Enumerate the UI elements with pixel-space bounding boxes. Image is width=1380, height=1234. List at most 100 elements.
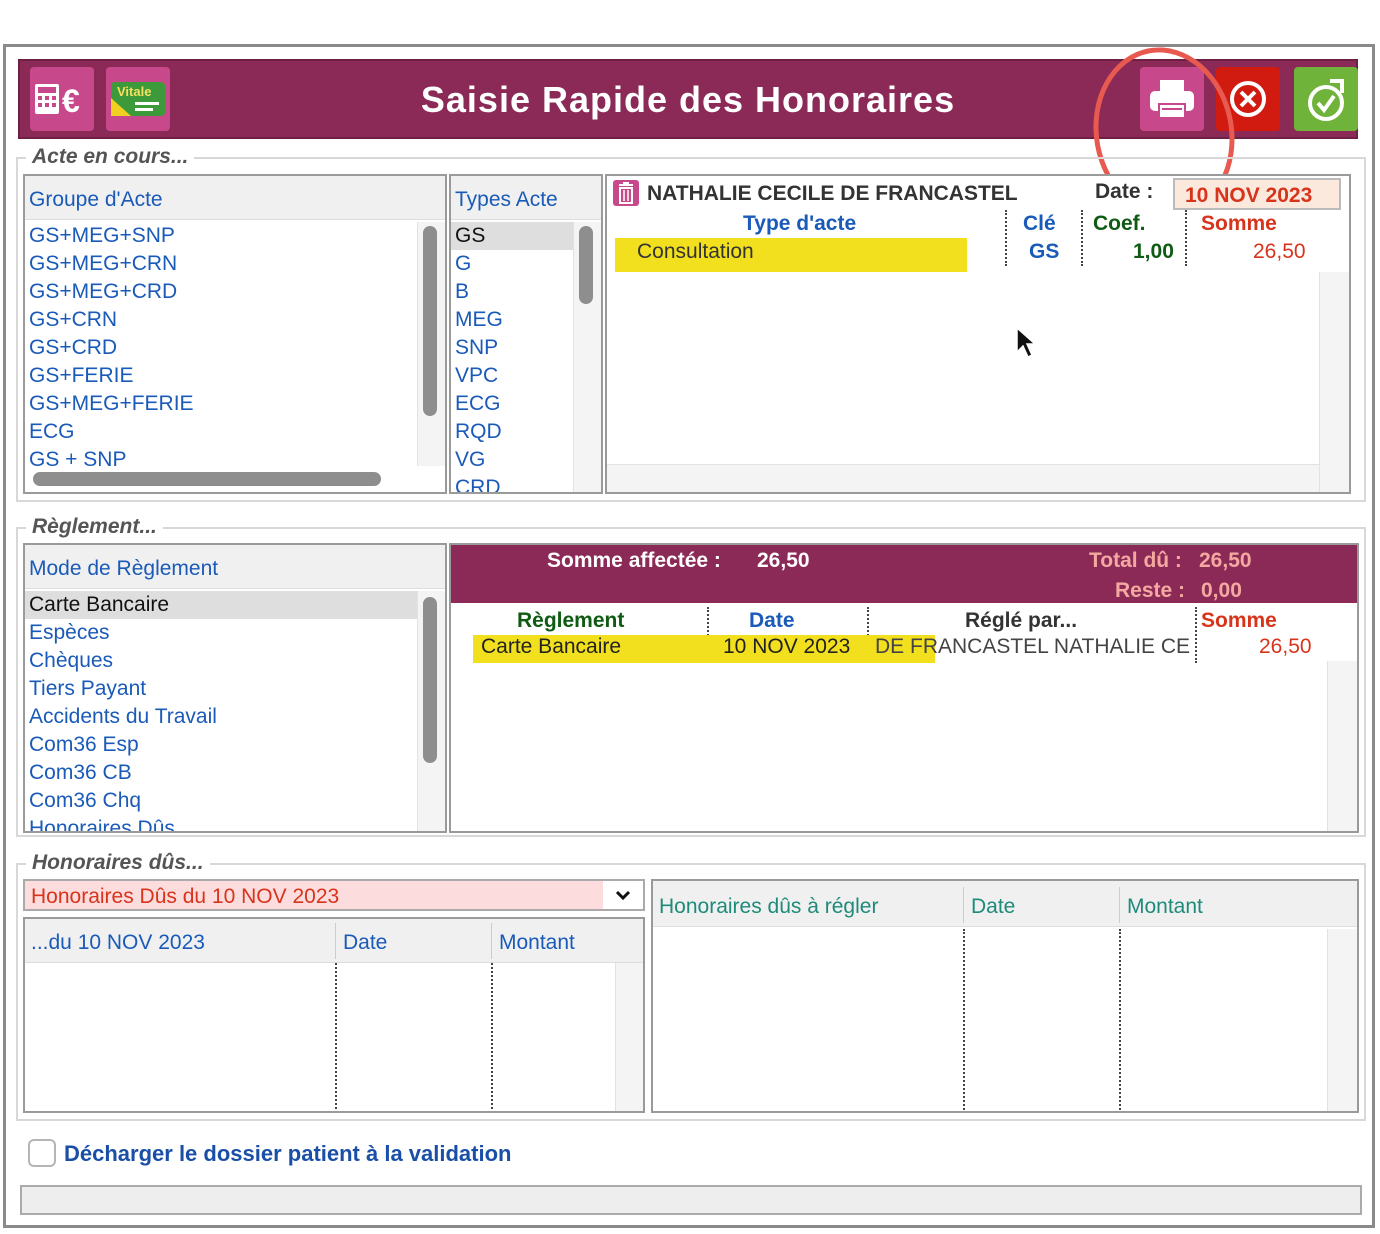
groupe-acte-item[interactable]: GS+MEG+FERIE — [25, 390, 445, 418]
mode-reglement-item[interactable]: Com36 Esp — [25, 731, 445, 759]
col-type-acte: Type d'acte — [743, 212, 857, 235]
date-value: 10 NOV 2023 — [1185, 184, 1313, 207]
checkmark-icon — [1308, 79, 1344, 121]
honoraires-to-pay-col-3: Montant — [1127, 895, 1203, 918]
reglement-scroll-track[interactable] — [1327, 661, 1357, 831]
groupe-acte-item[interactable]: GS+MEG+CRD — [25, 278, 445, 306]
trash-button[interactable] — [613, 180, 639, 206]
mode-reglement-list[interactable]: Mode de Règlement Carte Bancaire Espèces C… — [23, 543, 447, 833]
honoraires-to-pay-col-2: Date — [971, 895, 1016, 918]
groupe-acte-list[interactable]: Groupe d'Acte GS+MEG+SNP GS+MEG+CRN GS+MEG… — [23, 174, 447, 494]
honoraires-day-table: ...du 10 NOV 2023 Date Montant — [23, 917, 645, 1113]
reglement-row-date: 10 NOV 2023 — [723, 635, 851, 658]
acte-scroll-track[interactable] — [1319, 272, 1349, 492]
mode-reglement-item[interactable]: Chèques — [25, 647, 445, 675]
honoraires-dropdown-value: Honoraires Dûs du 10 NOV 2023 — [31, 885, 340, 908]
col-divider — [1081, 210, 1083, 266]
chevron-down-icon — [615, 890, 631, 901]
col-divider — [1185, 210, 1187, 266]
reglement-detail-panel: Somme affectée : 26,50 Total dû : 26,50 … — [449, 543, 1359, 833]
groupe-acte-item[interactable]: ECG — [25, 418, 445, 446]
groupe-acte-header: Groupe d'Acte — [25, 176, 445, 220]
title-bar: € Vitale Saisie Rapide des Honoraires — [18, 59, 1358, 139]
groupe-acte-item[interactable]: GS+FERIE — [25, 362, 445, 390]
col-cle: Clé — [1023, 212, 1056, 235]
col-divider — [1119, 887, 1120, 923]
reglement-row-regle-par: DE FRANCASTEL NATHALIE CE — [875, 635, 1191, 658]
print-button[interactable] — [1140, 67, 1204, 131]
groupe-acte-item[interactable]: GS+CRN — [25, 306, 445, 334]
acte-detail-panel: NATHALIE CECILE DE FRANCASTEL Date : 10 … — [605, 174, 1351, 494]
reglement-row-somme: 26,50 — [1259, 635, 1312, 658]
cancel-icon — [1230, 81, 1266, 117]
reglement-row-mode[interactable]: Carte Bancaire — [481, 635, 621, 659]
col-regle-par: Réglé par... — [965, 609, 1078, 632]
honoraires-day-scroll-track[interactable] — [615, 963, 643, 1111]
dropdown-button[interactable] — [603, 881, 643, 909]
date-label: Date : — [1095, 180, 1154, 203]
groupe-vertical-scrollbar[interactable] — [423, 226, 437, 416]
col-divider — [1005, 210, 1007, 266]
mode-reglement-item[interactable]: Com36 CB — [25, 759, 445, 787]
decharger-checkbox[interactable] — [28, 1139, 56, 1167]
total-du-label: Total dû : — [1089, 549, 1182, 572]
validate-button[interactable] — [1294, 67, 1358, 131]
reglement-summary-bar: Somme affectée : 26,50 Total dû : 26,50 … — [451, 545, 1357, 603]
mode-reglement-item[interactable]: Accidents du Travail — [25, 703, 445, 731]
col-reglement-date: Date — [749, 609, 795, 632]
decharger-label[interactable]: Décharger le dossier patient à la valida… — [64, 1141, 512, 1167]
col-divider — [335, 963, 337, 1111]
col-divider — [1119, 929, 1121, 1111]
col-divider — [335, 923, 336, 959]
mode-reglement-item[interactable]: Tiers Payant — [25, 675, 445, 703]
col-divider — [963, 887, 964, 923]
types-vertical-scrollbar[interactable] — [579, 226, 593, 304]
types-acte-header: Types Acte — [451, 176, 601, 220]
col-somme: Somme — [1201, 212, 1277, 235]
acte-row-cle: GS — [1029, 240, 1060, 263]
col-divider — [491, 923, 492, 959]
mode-reglement-item[interactable]: Honoraires Dûs — [25, 815, 445, 831]
types-acte-list[interactable]: Types Acte GS G B MEG SNP VPC ECG RQD VG CRD — [449, 174, 603, 494]
acte-hscroll-track[interactable] — [607, 464, 1319, 492]
mode-reglement-item[interactable]: Carte Bancaire — [25, 591, 445, 619]
printer-icon — [1150, 80, 1194, 119]
acte-row-type[interactable]: Consultation — [637, 240, 754, 264]
somme-affectee-value: 26,50 — [757, 549, 810, 572]
patient-name: NATHALIE CECILE DE FRANCASTEL — [647, 182, 1018, 205]
cancel-button[interactable] — [1216, 67, 1280, 131]
col-divider — [963, 929, 965, 1111]
mode-reglement-item[interactable]: Espèces — [25, 619, 445, 647]
groupe-horizontal-scrollbar[interactable] — [33, 472, 381, 486]
groupe-acte-item[interactable]: GS+CRD — [25, 334, 445, 362]
acte-row-coef: 1,00 — [1133, 240, 1174, 263]
fee-entry-window: € Vitale Saisie Rapide des Honoraires Ac… — [3, 36, 1375, 1228]
reste-value: 0,00 — [1201, 579, 1242, 602]
mode-vertical-scrollbar[interactable] — [423, 597, 437, 763]
honoraires-legend: Honoraires dûs... — [26, 851, 210, 875]
reste-label: Reste : — [1115, 579, 1186, 602]
col-reglement: Règlement — [517, 609, 625, 632]
mode-reglement-header: Mode de Règlement — [25, 545, 445, 589]
status-bar — [20, 1185, 1362, 1215]
date-field[interactable]: 10 NOV 2023 — [1173, 178, 1341, 210]
col-divider — [491, 963, 493, 1111]
honoraires-to-pay-col-1: Honoraires dûs à régler — [659, 895, 879, 918]
honoraires-to-pay-scroll-track[interactable] — [1327, 929, 1357, 1111]
mouse-cursor-icon — [1016, 326, 1037, 359]
acte-row-somme: 26,50 — [1253, 240, 1306, 263]
trash-icon — [619, 182, 633, 204]
col-coef: Coef. — [1093, 212, 1146, 235]
honoraires-day-col-1: ...du 10 NOV 2023 — [31, 931, 205, 954]
acte-legend: Acte en cours... — [26, 145, 195, 169]
honoraires-to-pay-table: Honoraires dûs à régler Date Montant — [651, 879, 1359, 1113]
honoraires-dropdown[interactable]: Honoraires Dûs du 10 NOV 2023 — [23, 879, 645, 911]
mode-reglement-item[interactable]: Com36 Chq — [25, 787, 445, 815]
total-du-value: 26,50 — [1199, 549, 1252, 572]
groupe-acte-item[interactable]: GS+MEG+SNP — [25, 222, 445, 250]
groupe-acte-item[interactable]: GS+MEG+CRN — [25, 250, 445, 278]
col-reglement-somme: Somme — [1201, 609, 1277, 632]
reglement-legend: Règlement... — [26, 515, 163, 539]
honoraires-day-col-2: Date — [343, 931, 388, 954]
groupe-acte-item[interactable]: GS + SNP — [25, 446, 445, 474]
